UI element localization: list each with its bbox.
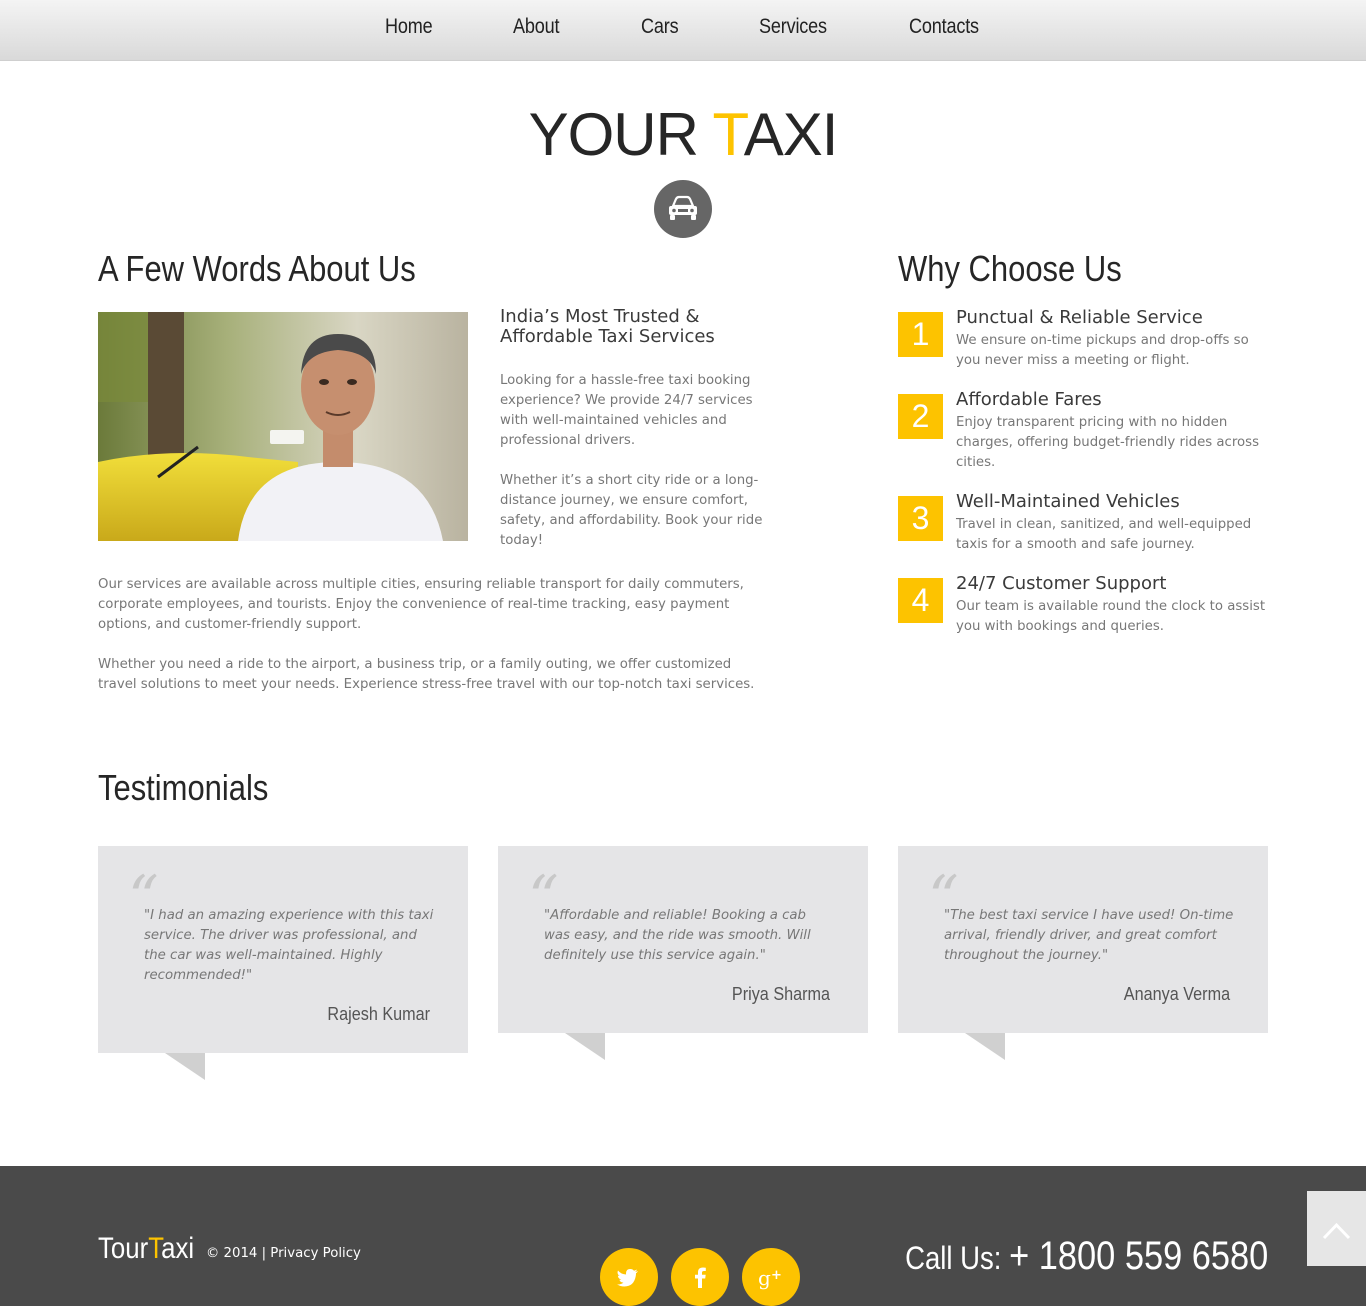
why-heading: Why Choose Us	[898, 248, 1122, 289]
call-us: Call Us: + 1800 559 6580	[905, 1234, 1268, 1279]
site-logo[interactable]: YOUR TAXI	[0, 100, 1366, 169]
top-navigation: Home About Cars Services Contacts	[0, 0, 1366, 61]
testimonial-card: “ "Affordable and reliable! Booking a ca…	[498, 846, 868, 1033]
footer: TourTaxi © 2014 | Privacy Policy g + Cal…	[0, 1166, 1366, 1306]
nav-item-home[interactable]: Home	[385, 15, 433, 39]
twitter-icon[interactable]	[600, 1248, 658, 1306]
google-plus-icon[interactable]: g +	[742, 1248, 800, 1306]
car-icon	[654, 180, 712, 238]
about-paragraph-4: Whether you need a ride to the airport, …	[98, 657, 755, 692]
speech-tail	[165, 1053, 205, 1080]
nav-menu: Home About Cars Services Contacts	[0, 0, 1366, 61]
testimonial-text: "The best taxi service I have used! On-t…	[944, 908, 1234, 963]
why-text: Travel in clean, sanitized, and well-equ…	[956, 517, 1252, 552]
speech-tail	[565, 1033, 605, 1060]
testimonial-author: Priya Sharma	[731, 984, 830, 1004]
why-text: We ensure on-time pickups and drop-offs …	[956, 333, 1249, 368]
testimonials-heading: Testimonials	[98, 767, 269, 808]
testimonial-card: “ "I had an amazing experience with this…	[98, 846, 468, 1053]
about-paragraph-3: Our services are available across multip…	[98, 577, 744, 632]
call-number[interactable]: + 1800 559 6580	[1009, 1234, 1268, 1278]
testimonial-author: Ananya Verma	[1123, 984, 1230, 1004]
footer-brand[interactable]: TourTaxi	[98, 1232, 194, 1266]
why-number: 1	[898, 312, 943, 357]
about-subtitle: India’s Most Trusted & Affordable Taxi S…	[500, 306, 715, 347]
about-heading: A Few Words About Us	[98, 248, 416, 289]
logo-text-part1: YOUR	[528, 101, 713, 168]
call-label: Call Us:	[904, 1240, 1009, 1276]
copyright-text: © 2014 |	[206, 1246, 271, 1261]
footer-copyright: © 2014 | Privacy Policy	[206, 1246, 361, 1261]
nav-item-cars[interactable]: Cars	[641, 15, 679, 39]
why-number: 4	[898, 578, 943, 623]
about-paragraph-2: Whether it’s a short city ride or a long…	[500, 473, 763, 548]
privacy-policy-link[interactable]: Privacy Policy	[270, 1246, 361, 1261]
nav-item-contacts[interactable]: Contacts	[909, 15, 979, 39]
testimonial-text: "I had an amazing experience with this t…	[144, 908, 434, 983]
logo-text-highlight: T	[712, 101, 745, 168]
nav-item-services[interactable]: Services	[759, 15, 827, 39]
facebook-icon[interactable]	[671, 1248, 729, 1306]
footer-brand-highlight: T	[148, 1232, 162, 1265]
why-number: 3	[898, 496, 943, 541]
svg-text:+: +	[771, 1268, 782, 1283]
speech-tail	[965, 1033, 1005, 1060]
nav-item-about[interactable]: About	[513, 15, 560, 39]
taxi-driver-photo	[98, 312, 468, 541]
footer-brand-part1: Tour	[98, 1232, 149, 1265]
why-text: Enjoy transparent pricing with no hidden…	[956, 415, 1260, 470]
why-title: 24/7 Customer Support	[956, 573, 1167, 594]
logo-text-part2: AXI	[743, 101, 839, 168]
chevron-up-icon[interactable]	[1307, 1191, 1366, 1266]
footer-brand-part2: axi	[161, 1232, 195, 1265]
why-title: Punctual & Reliable Service	[956, 307, 1203, 328]
testimonial-author: Rajesh Kumar	[327, 1004, 430, 1024]
about-paragraph-1: Looking for a hassle-free taxi booking e…	[500, 373, 753, 448]
why-title: Affordable Fares	[956, 389, 1102, 410]
svg-text:g: g	[758, 1266, 771, 1290]
why-title: Well-Maintained Vehicles	[956, 491, 1180, 512]
why-text: Our team is available round the clock to…	[956, 599, 1266, 634]
why-number: 2	[898, 394, 943, 439]
testimonial-card: “ "The best taxi service I have used! On…	[898, 846, 1268, 1033]
testimonial-text: "Affordable and reliable! Booking a cab …	[544, 908, 811, 963]
